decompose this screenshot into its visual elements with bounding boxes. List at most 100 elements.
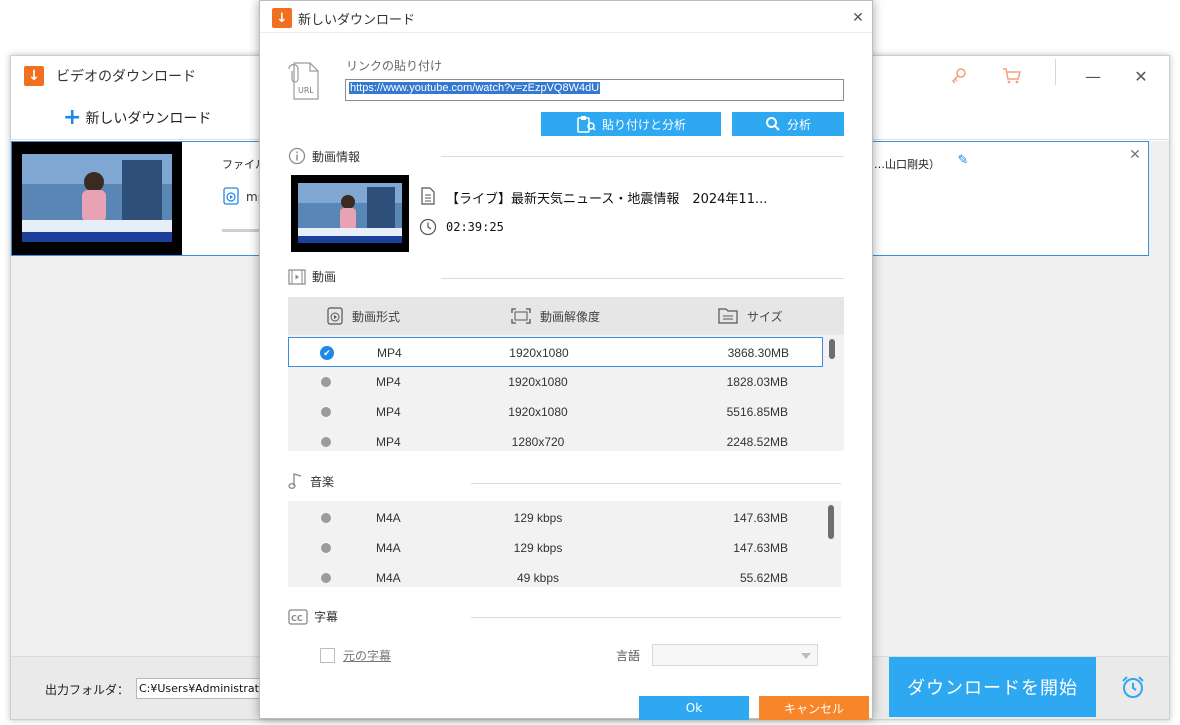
video-section-label: 動画 [312,270,337,284]
original-subtitle-checkbox[interactable] [320,648,335,663]
output-folder-input[interactable]: C:¥Users¥Administrator¥ [136,678,266,699]
video-info-heading: 動画情報 [288,147,360,165]
video-table-header: 動画形式 動画解像度 サイズ [288,297,844,335]
selected-check-icon: ✔ [320,346,334,360]
audio-row-size: 147.63MB [733,541,788,555]
paste-and-analyze-label: 貼り付けと分析 [601,117,686,132]
file-name-tail: …山口剛央） [874,158,940,171]
dialog-close-icon[interactable]: ✕ [848,8,868,28]
language-select[interactable] [652,644,818,666]
title-separator [1055,59,1056,85]
video-row-size: 2248.52MB [726,435,788,449]
original-subtitle-label[interactable]: 元の字幕 [343,647,391,664]
audio-row-format: M4A [376,571,401,585]
video-thumbnail [291,175,409,252]
audio-row-size: 55.62MB [739,571,788,585]
plus-icon: + [63,105,82,130]
radio-dot [321,543,331,553]
dialog-title: 新しいダウンロード [298,13,416,28]
size-column-header: サイズ [747,310,783,324]
subtitle-section-label: 字幕 [314,610,339,624]
url-input[interactable]: https://www.youtube.com/watch?v=zEzpVQ8W… [345,79,844,101]
radio-dot [321,377,331,387]
resolution-icon [511,308,531,324]
resolution-column-header: 動画解像度 [540,310,601,324]
paste-link-label: リンクの貼り付け [346,59,443,73]
radio-dot [321,513,331,523]
cc-icon: CC [288,608,308,625]
video-info-label: 動画情報 [312,149,361,164]
document-icon [420,187,436,205]
divider [471,617,841,618]
key-icon[interactable] [948,65,970,87]
video-row-format: MP4 [376,435,401,449]
divider [471,483,841,484]
start-download-button[interactable]: ダウンロードを開始 [889,657,1096,717]
output-folder-label: 出力フォルダ： [45,683,130,697]
video-row-resolution: 1920x1080 [508,405,568,419]
video-row-format: MP4 [377,346,402,360]
main-window-title: ビデオのダウンロード [56,69,196,85]
svg-text:CC: CC [291,614,303,623]
task-progress-bar [222,229,262,232]
video-row-resolution: 1280x720 [511,435,565,449]
close-icon[interactable]: ✕ [1129,64,1153,88]
video-row[interactable]: MP4 1280x720 2248.52MB [288,427,823,451]
video-row-size: 5516.85MB [726,405,788,419]
edit-pencil-icon[interactable]: ✎ [955,152,971,168]
svg-text:URL: URL [298,86,314,95]
video-table-scrollbar[interactable] [829,339,835,359]
task-thumbnail [12,142,182,255]
app-download-icon: ↓ [24,66,44,86]
ok-button[interactable]: Ok [639,696,749,720]
app-download-icon: ↓ [272,8,292,28]
video-row[interactable]: MP4 1920x1080 5516.85MB [288,397,823,427]
format-column-header: 動画形式 [352,310,401,324]
video-section-heading: 動画 [288,268,336,285]
video-row-size: 3868.30MB [727,346,789,360]
url-input-value: https://www.youtube.com/watch?v=zEzpVQ8W… [349,82,601,94]
cart-icon[interactable] [1001,65,1023,87]
alarm-clock-icon[interactable] [1119,673,1147,701]
audio-section-heading: 音楽 [288,472,334,490]
music-note-icon [288,472,304,490]
audio-table-scrollbar[interactable] [828,505,834,539]
clock-icon [419,218,437,236]
radio-dot [321,437,331,447]
new-download-button[interactable]: + 新しいダウンロード [63,107,211,129]
radio-dot [321,573,331,583]
video-row-size: 1828.03MB [726,375,788,389]
subtitle-section-heading: CC 字幕 [288,608,338,625]
video-format-table: 動画形式 動画解像度 サイズ ✔ MP4 1920x1080 3868.30MB… [288,297,844,451]
analyze-button[interactable]: 分析 [732,112,844,136]
url-file-icon: URL [288,59,326,103]
language-label: 言語 [616,649,641,663]
video-format-icon [222,187,240,205]
dialog-title-bar: ↓ 新しいダウンロード ✕ [260,1,872,33]
divider [441,278,844,279]
audio-row[interactable]: M4A 129 kbps 147.63MB [288,503,823,533]
audio-row[interactable]: M4A 129 kbps 147.63MB [288,533,823,563]
audio-row-format: M4A [376,511,401,525]
remove-task-icon[interactable]: ✕ [1127,147,1143,163]
minimize-icon[interactable]: — [1081,64,1105,88]
video-title: 【ライブ】最新天気ニュース・地震情報 2024年11... [446,192,768,207]
video-row-format: MP4 [376,375,401,389]
video-row[interactable]: ✔ MP4 1920x1080 3868.30MB [288,337,823,367]
clipboard-icon [576,115,596,133]
radio-dot [321,407,331,417]
search-icon [765,116,781,132]
video-row-resolution: 1920x1080 [508,375,568,389]
audio-row[interactable]: M4A 49 kbps 55.62MB [288,563,823,587]
video-duration: 02:39:25 [446,220,504,234]
audio-format-table: M4A 129 kbps 147.63MB M4A 129 kbps 147.6… [288,501,841,587]
video-row-resolution: 1920x1080 [509,346,569,360]
audio-row-format: M4A [376,541,401,555]
cancel-button[interactable]: キャンセル [759,696,869,720]
info-icon [288,147,306,165]
audio-row-size: 147.63MB [733,511,788,525]
video-row-format: MP4 [376,405,401,419]
video-row[interactable]: MP4 1920x1080 1828.03MB [288,367,823,397]
paste-and-analyze-button[interactable]: 貼り付けと分析 [541,112,721,136]
size-file-icon [718,308,738,324]
